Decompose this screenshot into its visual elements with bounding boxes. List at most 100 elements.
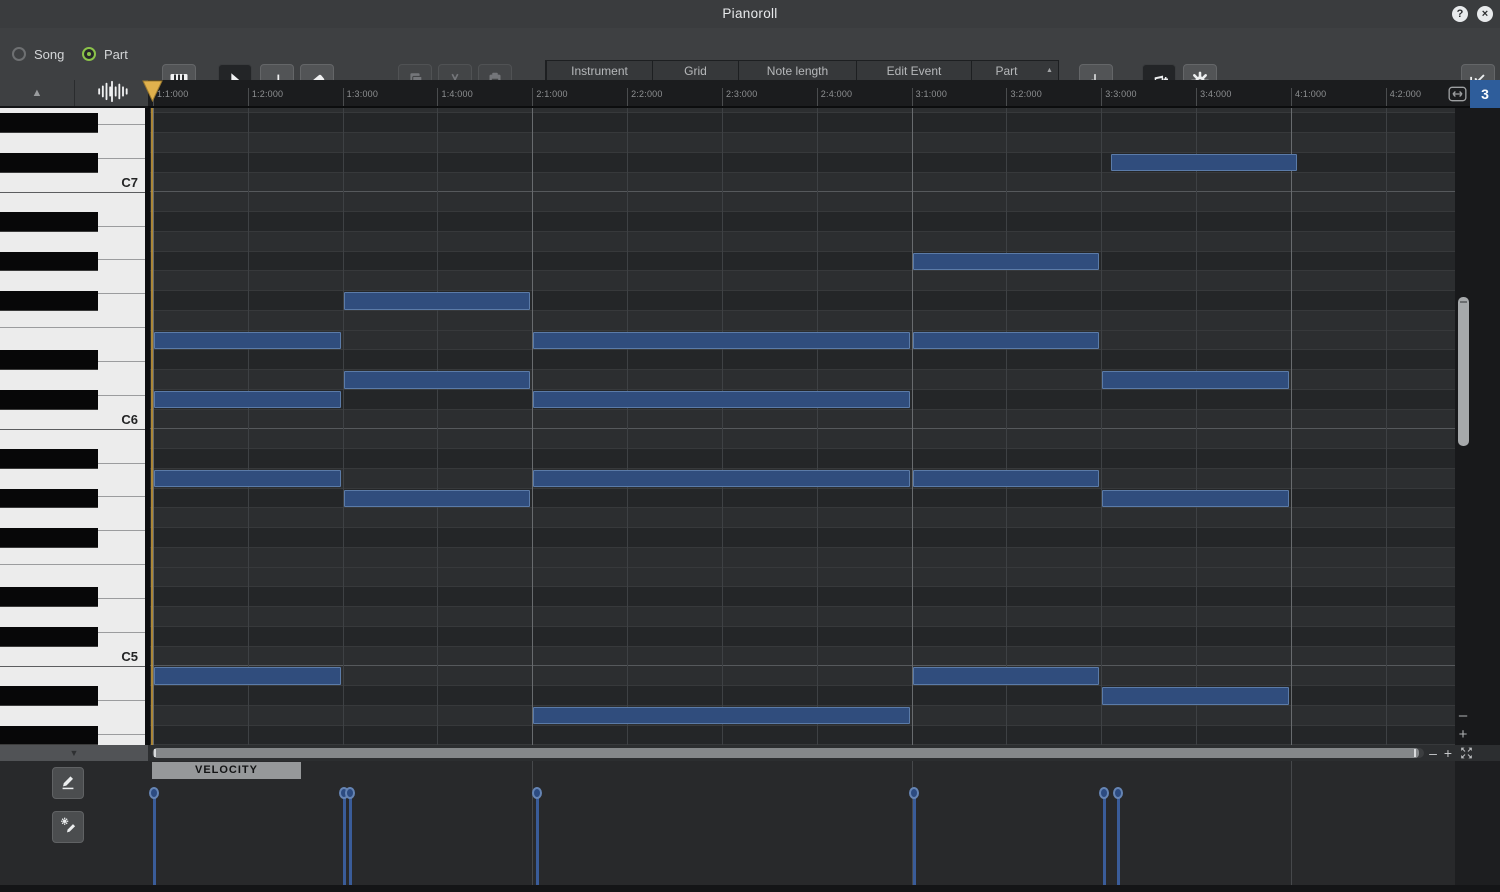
velocity-handle[interactable] (1113, 787, 1124, 799)
close-icon[interactable]: × (1477, 6, 1493, 22)
piano-key-black-D#7[interactable] (0, 113, 98, 134)
velocity-settings-button[interactable] (52, 811, 84, 843)
part-count-badge[interactable]: 3 (1470, 80, 1500, 108)
note-grid[interactable] (150, 108, 1455, 745)
gear-pencil-icon (58, 815, 78, 840)
horizontal-scrollbar: – + (148, 745, 1500, 761)
help-icon[interactable]: ? (1452, 6, 1468, 22)
piano-key-black-C#7[interactable] (0, 152, 98, 173)
piano-key-black-C#6[interactable] (0, 389, 98, 410)
velocity-measure-line (532, 761, 534, 885)
midi-note-A5[interactable] (912, 469, 1100, 488)
midi-note-E6[interactable] (912, 331, 1100, 350)
part-radio-label: Part (104, 46, 128, 62)
grid-row-F6 (150, 311, 1455, 331)
pencil-line-icon (58, 771, 78, 796)
song-radio-icon[interactable] (12, 47, 26, 61)
fit-width-icon[interactable] (1447, 84, 1468, 104)
scroll-up-button[interactable]: ▲ (0, 80, 75, 106)
midi-note-E6[interactable] (154, 331, 341, 350)
ruler-tick (816, 88, 818, 106)
vertical-scrollbar-thumb[interactable] (1458, 297, 1469, 446)
scroll-down-button[interactable]: ▼ (0, 745, 148, 761)
audition-toggle-button[interactable] (75, 80, 148, 106)
velocity-lane[interactable]: VELOCITY (148, 761, 1455, 885)
timeline-ruler[interactable]: 1:1:000 1:2:000 1:3:000 1:4:000 2:1:000 2:2:0… (148, 80, 1470, 108)
velocity-tools-panel (0, 761, 148, 885)
piano-key-black-G#4[interactable] (0, 725, 98, 745)
midi-note-E6[interactable] (533, 331, 910, 350)
piano-key-black-G#5[interactable] (0, 488, 98, 509)
playhead-marker[interactable] (142, 80, 163, 107)
velocity-stem[interactable] (536, 793, 540, 885)
velocity-handle[interactable] (149, 787, 159, 799)
expand-fullscreen-icon[interactable] (1458, 745, 1476, 761)
param-header: Grid (652, 61, 738, 81)
ruler-tick (1290, 88, 1292, 106)
velocity-stem[interactable] (342, 793, 346, 885)
piano-keyboard[interactable]: C7 C6 C5 (0, 108, 145, 745)
ruler-beat-label: 3:3:000 (1105, 89, 1137, 99)
piano-key-black-A#5[interactable] (0, 449, 98, 469)
velocity-handle[interactable] (532, 787, 543, 799)
grid-row-D#6 (150, 350, 1455, 371)
midi-note-B4[interactable] (912, 667, 1100, 685)
horizontal-zoom-out-button[interactable]: – (1426, 745, 1440, 761)
ruler-tick (532, 88, 534, 106)
ruler-tick (247, 88, 249, 106)
midi-note-B4[interactable] (154, 667, 341, 685)
piano-key-black-A#6[interactable] (0, 212, 98, 232)
part-radio-icon[interactable] (82, 47, 96, 61)
velocity-stem[interactable] (153, 793, 156, 885)
midi-note-C#6[interactable] (154, 390, 341, 409)
velocity-handle[interactable] (908, 787, 919, 799)
velocity-handle[interactable] (345, 787, 356, 799)
midi-note-A5[interactable] (533, 469, 910, 488)
title-bar: Pianoroll ? × (0, 0, 1500, 29)
spinner-up-icon[interactable]: ▲ (1041, 61, 1058, 81)
midi-note-G#5[interactable] (343, 489, 531, 508)
piano-key-black-D#5[interactable] (0, 587, 98, 608)
mode-song-radio[interactable]: Song (12, 28, 64, 80)
midi-note-C#7[interactable] (1110, 153, 1297, 172)
grid-row-D7 (150, 133, 1455, 153)
midi-note-D6[interactable] (1102, 371, 1289, 389)
velocity-handle[interactable] (1099, 787, 1110, 799)
velocity-right-margin (1455, 761, 1500, 885)
piano-key-black-A#4[interactable] (0, 686, 98, 706)
piano-key-black-G#6[interactable] (0, 251, 98, 272)
midi-note-G#5[interactable] (1102, 489, 1289, 508)
velocity-stem[interactable] (1117, 793, 1121, 885)
mode-part-radio[interactable]: Part (82, 28, 128, 80)
velocity-draw-button[interactable] (52, 767, 84, 799)
midi-note-A4[interactable] (533, 706, 910, 725)
grid-row-C#5 (150, 626, 1455, 647)
beat-line (627, 108, 629, 745)
velocity-stem[interactable] (349, 793, 353, 885)
grid-row-C6 (150, 410, 1455, 430)
measure-line (1290, 108, 1292, 745)
midi-note-C#6[interactable] (533, 390, 910, 409)
piano-key-black-D#6[interactable] (0, 350, 98, 371)
velocity-stem[interactable] (1103, 793, 1107, 885)
vertical-zoom-out-button[interactable]: – (1455, 708, 1471, 725)
param-header: Note length (738, 61, 856, 81)
beat-line (437, 108, 439, 745)
midi-note-A#4[interactable] (1102, 687, 1289, 705)
grid-row-G6 (150, 271, 1455, 292)
midi-note-A5[interactable] (154, 469, 341, 488)
grid-row-D#7 (150, 113, 1455, 134)
horizontal-scrollbar-thumb[interactable] (153, 748, 1419, 758)
midi-note-G#6[interactable] (912, 252, 1100, 271)
horizontal-zoom-in-button[interactable]: + (1441, 745, 1455, 761)
piano-key-black-C#5[interactable] (0, 626, 98, 647)
vertical-zoom-in-button[interactable]: + (1455, 727, 1471, 744)
velocity-lane-label[interactable]: VELOCITY (152, 762, 301, 779)
midi-note-D6[interactable] (343, 371, 531, 389)
velocity-stem[interactable] (912, 793, 916, 885)
ruler-beat-label: 2:3:000 (725, 89, 758, 99)
triangle-up-icon: ▲ (31, 87, 43, 99)
piano-key-black-F#5[interactable] (0, 528, 98, 548)
piano-key-black-F#6[interactable] (0, 291, 98, 311)
midi-note-F#6[interactable] (343, 292, 531, 310)
